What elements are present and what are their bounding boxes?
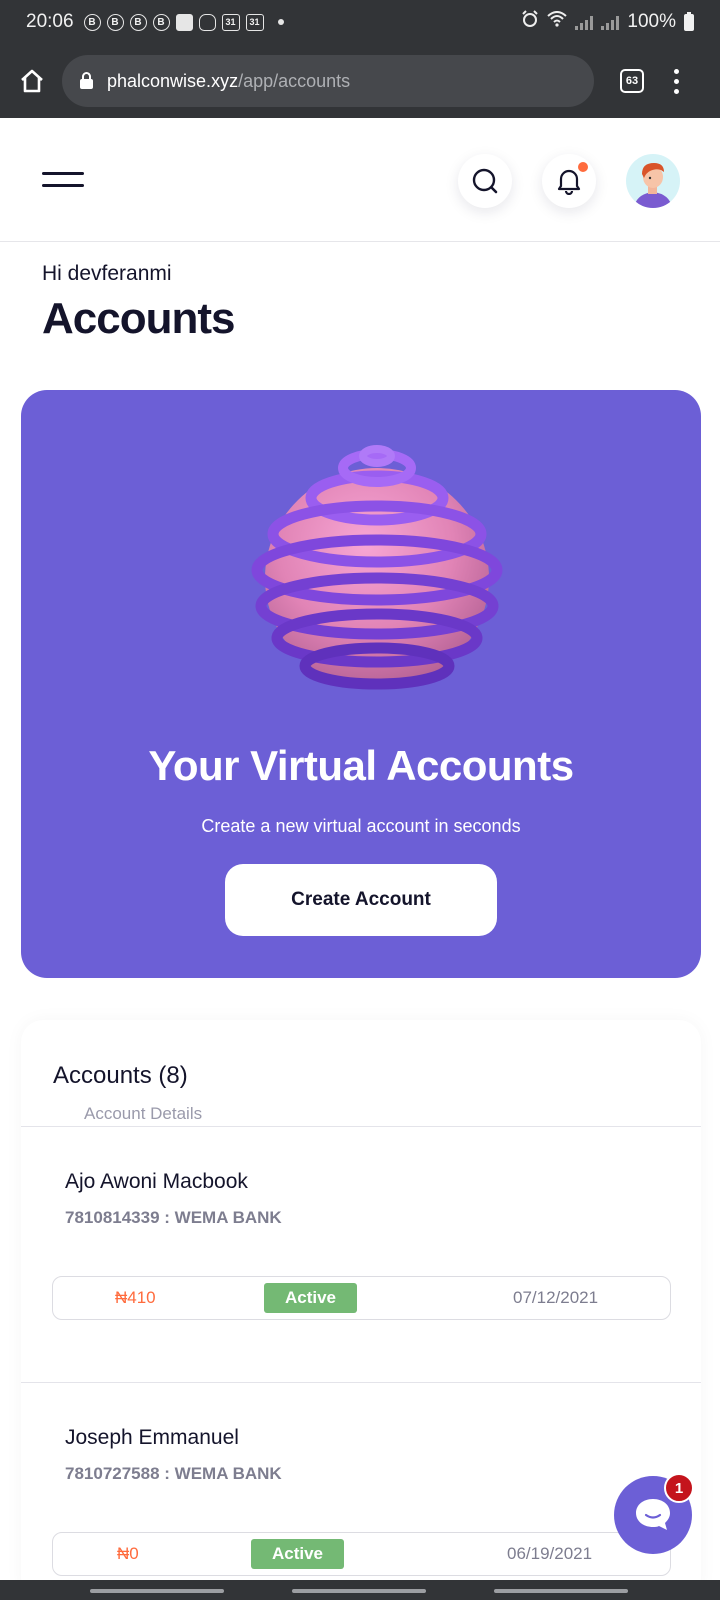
hero-subtitle: Create a new virtual account in seconds	[201, 816, 521, 836]
divider	[21, 1126, 701, 1127]
b-app-icon: B	[83, 13, 101, 31]
b-app-icon: B	[152, 13, 170, 31]
virtual-accounts-hero: Your Virtual Accounts Create a new virtu…	[21, 390, 701, 978]
home-icon[interactable]	[18, 67, 46, 95]
search-icon	[472, 168, 498, 194]
account-summary-row[interactable]: ₦0 Active 06/19/2021	[52, 1532, 671, 1576]
system-nav-bar	[0, 1580, 720, 1600]
account-number-bank: 7810727588 : WEMA BANK	[65, 1464, 282, 1483]
search-button[interactable]	[458, 154, 512, 208]
account-summary-row[interactable]: ₦410 Active 07/12/2021	[52, 1276, 671, 1320]
account-name[interactable]: Ajo Awoni Macbook	[65, 1170, 248, 1194]
tab-switcher-button[interactable]: 63	[620, 69, 644, 93]
notification-dot	[576, 160, 590, 174]
status-bar: 20:06 B B B B 31 31 100%	[0, 0, 720, 44]
chat-unread-badge: 1	[664, 1473, 694, 1503]
notifications-button[interactable]	[542, 154, 596, 208]
b-app-icon: B	[129, 13, 147, 31]
alarm-icon	[521, 10, 539, 34]
hero-title: Your Virtual Accounts	[148, 742, 574, 789]
status-notification-icons: B B B B 31 31	[83, 13, 284, 31]
divider	[21, 1382, 701, 1383]
status-badge: Active	[264, 1283, 357, 1313]
account-balance: ₦410	[115, 1288, 156, 1307]
more-notifications-icon	[277, 19, 284, 25]
signal-icon	[601, 14, 620, 30]
browser-toolbar: phalconwise.xyz/app/accounts 63	[0, 44, 720, 118]
account-balance: ₦0	[117, 1544, 139, 1563]
back-button[interactable]	[494, 1589, 628, 1593]
calendar-icon: 31	[245, 13, 264, 31]
message-icon	[175, 13, 193, 31]
app-header	[0, 118, 720, 242]
calendar-icon: 31	[221, 13, 240, 31]
address-bar[interactable]: phalconwise.xyz/app/accounts	[62, 55, 594, 107]
account-details-tab[interactable]: Account Details	[84, 1104, 202, 1124]
signal-icon	[575, 14, 594, 30]
accounts-list-card: Accounts (8) Account Details Ajo Awoni M…	[21, 1020, 701, 1600]
account-number-bank: 7810814339 : WEMA BANK	[65, 1208, 282, 1227]
status-system-icons: 100%	[521, 10, 694, 34]
accounts-heading: Accounts (8)	[53, 1062, 188, 1089]
wifi-icon	[547, 11, 568, 33]
create-account-button[interactable]: Create Account	[225, 864, 497, 936]
greeting-text: Hi devferanmi	[42, 262, 172, 285]
account-name[interactable]: Joseph Emmanuel	[65, 1426, 239, 1450]
menu-icon[interactable]	[42, 170, 84, 190]
lock-icon	[80, 71, 93, 89]
battery-level: 100%	[627, 11, 676, 32]
account-date: 07/12/2021	[513, 1288, 599, 1307]
status-time: 20:06	[26, 11, 74, 32]
status-badge: Active	[251, 1539, 344, 1569]
recent-apps-button[interactable]	[90, 1589, 224, 1593]
battery-icon	[684, 11, 694, 31]
page-title: Accounts	[42, 294, 235, 343]
account-date: 06/19/2021	[507, 1544, 593, 1563]
browser-menu-icon[interactable]	[674, 68, 679, 94]
spiral-sphere-illustration	[251, 445, 503, 690]
snapchat-icon	[198, 13, 216, 31]
url-domain: phalconwise.xyz	[107, 70, 239, 91]
url-path: /app/accounts	[238, 70, 351, 91]
chat-bubble-icon	[636, 1499, 670, 1530]
avatar[interactable]	[626, 154, 680, 208]
home-gesture-button[interactable]	[292, 1589, 426, 1593]
b-app-icon: B	[106, 13, 124, 31]
